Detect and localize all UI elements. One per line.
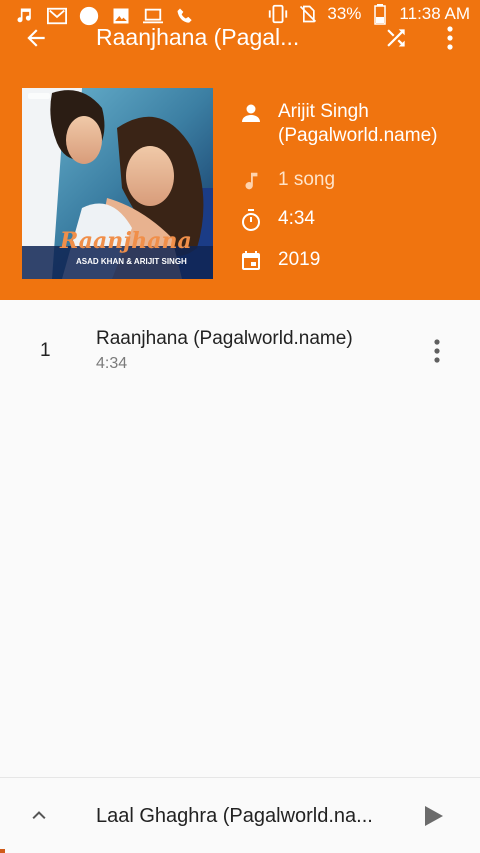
track-title: Raanjhana (Pagalworld.name) [96,328,353,349]
arrow-back-icon [27,29,45,47]
shuffle-icon [387,29,405,47]
song-count-row: 1 song [238,168,335,194]
person-icon [238,100,264,126]
chevron-up-icon [32,811,46,820]
more-vert-icon [447,26,453,50]
timer-icon [238,207,264,233]
more-options-button[interactable] [436,22,464,54]
more-vert-icon [434,339,440,363]
artist-name: Arijit Singh (Pagalworld.name) [278,101,438,146]
album-header: 33% 11:38 AM Raanjhana (Pagal... Raanjha… [0,0,480,300]
album-duration: 4:34 [278,208,315,229]
shuffle-button[interactable] [380,22,412,54]
playback-progress [0,849,5,853]
album-year: 2019 [278,249,321,270]
track-row[interactable]: 1 Raanjhana (Pagalworld.name) 4:34 [0,318,480,384]
play-icon [425,806,443,826]
album-art-title: Raanjhana [59,228,192,254]
toolbar: Raanjhana (Pagal... [0,18,480,58]
track-more-button[interactable] [426,336,448,366]
song-count: 1 song [278,169,336,190]
mini-player[interactable]: Laal Ghaghra (Pagalworld.na... [0,777,480,853]
track-number: 1 [40,340,51,361]
now-playing-title: Laal Ghaghra (Pagalworld.na... [96,805,373,827]
calendar-icon [238,248,264,274]
play-button[interactable] [418,800,450,832]
year-row: 2019 [238,248,320,274]
music-note-icon [238,168,264,194]
page-title: Raanjhana (Pagal... [96,24,300,50]
duration-row: 4:34 [238,207,315,233]
track-duration: 4:34 [96,355,128,372]
album-art-artists: ASAD KHAN & ARIJIT SINGH [76,257,187,266]
artist-row: Arijit Singh (Pagalworld.name) [238,100,468,148]
expand-player-button[interactable] [24,800,54,830]
album-art: Raanjhana ASAD KHAN & ARIJIT SINGH [22,88,213,279]
back-button[interactable] [20,22,52,54]
